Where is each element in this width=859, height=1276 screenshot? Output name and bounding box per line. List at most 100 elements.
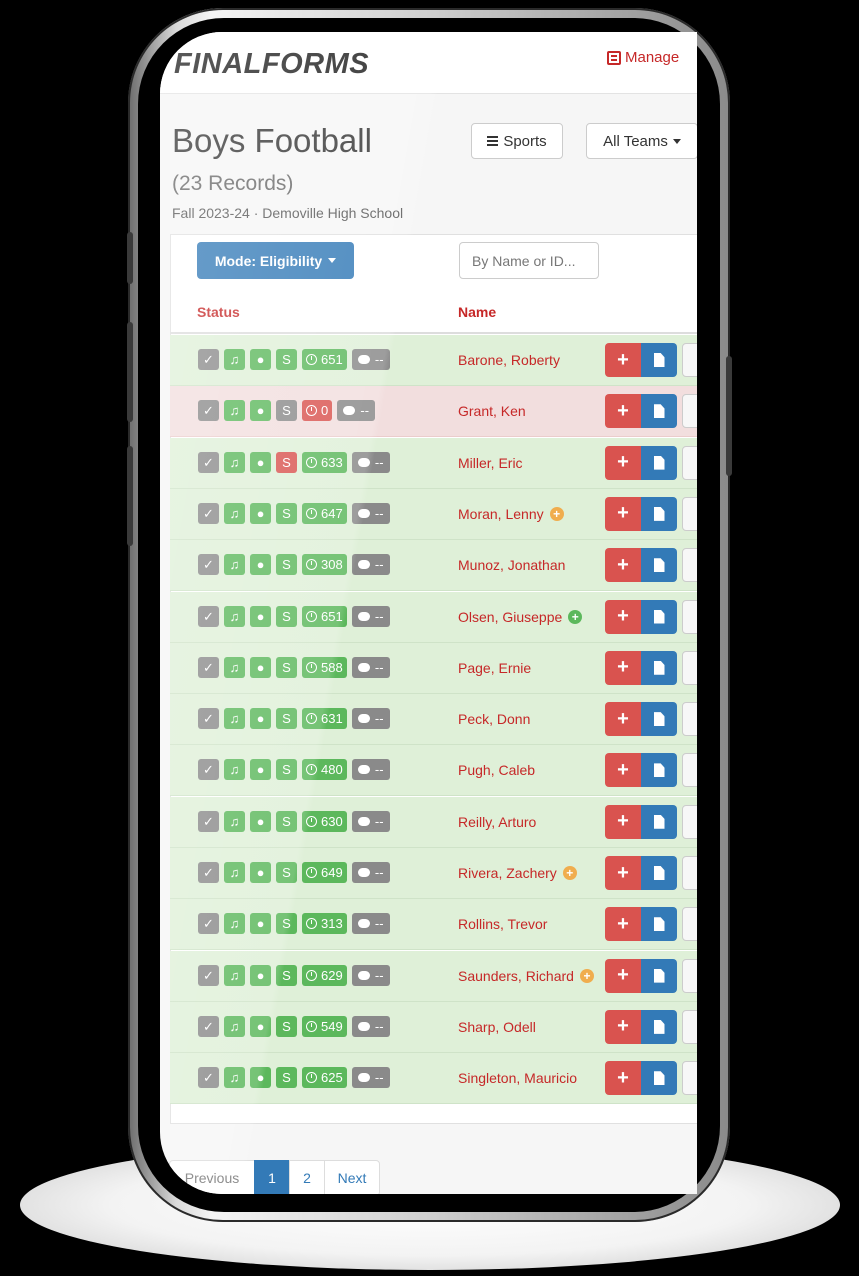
music-note-icon[interactable]: ♫ <box>224 451 245 473</box>
add-button[interactable]: + <box>605 496 641 531</box>
document-button[interactable] <box>641 496 677 531</box>
dollar-badge[interactable]: S <box>276 451 297 473</box>
dollar-badge[interactable]: S <box>276 810 297 832</box>
more-options-button[interactable] <box>682 753 697 788</box>
dollar-badge[interactable]: S <box>276 759 297 781</box>
document-button[interactable] <box>641 548 677 583</box>
person-icon[interactable]: ● <box>250 502 271 524</box>
add-button[interactable]: + <box>605 445 641 480</box>
score-badge[interactable]: 631 <box>302 708 347 730</box>
more-options-button[interactable] <box>682 958 697 993</box>
check-square-icon[interactable]: ✓ <box>198 502 219 524</box>
check-square-icon[interactable]: ✓ <box>198 810 219 832</box>
all-teams-dropdown[interactable]: All Teams <box>586 123 697 159</box>
document-button[interactable] <box>641 958 677 993</box>
music-note-icon[interactable]: ♫ <box>224 810 245 832</box>
athlete-name-link[interactable]: Munoz, Jonathan <box>458 557 565 573</box>
comment-badge[interactable]: -- <box>351 862 390 883</box>
document-button[interactable] <box>641 394 677 429</box>
music-note-icon[interactable]: ♫ <box>224 862 245 883</box>
table-row[interactable]: ✓ ♫ ● S 647 -- Moran, Lenny + + <box>170 488 697 540</box>
athlete-name-link[interactable]: Miller, Eric <box>458 455 523 471</box>
more-options-button[interactable] <box>682 599 697 634</box>
comment-badge[interactable]: -- <box>351 1015 390 1037</box>
comment-badge[interactable]: -- <box>351 656 390 678</box>
comment-badge[interactable]: -- <box>351 349 390 370</box>
check-square-icon[interactable]: ✓ <box>198 964 219 986</box>
add-button[interactable]: + <box>605 1061 641 1096</box>
score-badge[interactable]: 649 <box>302 862 347 883</box>
table-row[interactable]: ✓ ♫ ● S 625 -- Singleton, Mauricio + <box>170 1053 697 1105</box>
add-button[interactable]: + <box>605 702 641 737</box>
person-icon[interactable]: ● <box>250 913 271 935</box>
music-note-icon[interactable]: ♫ <box>224 554 245 576</box>
person-icon[interactable]: ● <box>250 1067 271 1089</box>
score-badge[interactable]: 549 <box>302 1015 347 1037</box>
athlete-name-link[interactable]: Pugh, Caleb <box>458 762 535 778</box>
check-square-icon[interactable]: ✓ <box>198 451 219 473</box>
dollar-badge[interactable]: S <box>276 400 297 422</box>
comment-badge[interactable]: -- <box>351 451 390 473</box>
more-options-button[interactable] <box>682 907 697 942</box>
comment-badge[interactable]: -- <box>351 502 390 524</box>
add-button[interactable]: + <box>605 394 641 429</box>
music-note-icon[interactable]: ♫ <box>224 964 245 986</box>
mode-dropdown[interactable]: Mode: Eligibility <box>197 242 354 279</box>
previous-page-button[interactable]: Previous <box>169 1160 255 1194</box>
music-note-icon[interactable]: ♫ <box>224 400 245 422</box>
more-options-button[interactable] <box>682 702 697 737</box>
check-square-icon[interactable]: ✓ <box>198 605 219 627</box>
dollar-badge[interactable]: S <box>276 1015 297 1037</box>
athlete-name-link[interactable]: Sharp, Odell <box>458 1019 536 1035</box>
athlete-name-link[interactable]: Reilly, Arturo <box>458 814 536 830</box>
comment-badge[interactable]: -- <box>351 913 390 935</box>
music-note-icon[interactable]: ♫ <box>224 502 245 524</box>
check-square-icon[interactable]: ✓ <box>198 554 219 576</box>
dollar-badge[interactable]: S <box>276 1067 297 1089</box>
athlete-name-link[interactable]: Page, Ernie <box>458 660 531 676</box>
music-note-icon[interactable]: ♫ <box>224 913 245 935</box>
score-badge[interactable]: 651 <box>302 349 347 370</box>
comment-badge[interactable]: -- <box>351 759 390 781</box>
more-options-button[interactable] <box>682 394 697 429</box>
dollar-badge[interactable]: S <box>276 913 297 935</box>
add-button[interactable]: + <box>605 907 641 942</box>
athlete-name-link[interactable]: Rivera, Zachery + <box>458 865 577 881</box>
table-row[interactable]: ✓ ♫ ● S 313 -- Rollins, Trevor + <box>170 899 697 951</box>
person-icon[interactable]: ● <box>250 1015 271 1037</box>
document-button[interactable] <box>641 599 677 634</box>
athlete-name-link[interactable]: Singleton, Mauricio <box>458 1070 577 1086</box>
check-square-icon[interactable]: ✓ <box>198 862 219 883</box>
document-button[interactable] <box>641 753 677 788</box>
score-badge[interactable]: 647 <box>302 502 347 524</box>
table-row[interactable]: ✓ ♫ ● S 549 -- Sharp, Odell + <box>170 1001 697 1053</box>
document-button[interactable] <box>641 343 677 377</box>
check-square-icon[interactable]: ✓ <box>198 656 219 678</box>
sports-button[interactable]: Sports <box>471 123 563 159</box>
comment-badge[interactable]: -- <box>351 554 390 576</box>
add-button[interactable]: + <box>605 856 641 890</box>
person-icon[interactable]: ● <box>250 964 271 986</box>
athlete-name-link[interactable]: Barone, Roberty <box>458 352 560 368</box>
athlete-name-link[interactable]: Saunders, Richard + <box>458 968 594 984</box>
dollar-badge[interactable]: S <box>276 964 297 986</box>
table-row[interactable]: ✓ ♫ ● S 588 -- Page, Ernie + <box>170 642 697 694</box>
more-options-button[interactable] <box>682 1009 697 1044</box>
plus-circle-orange-icon[interactable]: + <box>579 968 594 983</box>
plus-circle-orange-icon[interactable]: + <box>562 866 577 880</box>
check-square-icon[interactable]: ✓ <box>198 913 219 935</box>
check-square-icon[interactable]: ✓ <box>198 708 219 730</box>
plus-circle-orange-icon[interactable]: + <box>549 506 564 521</box>
score-badge[interactable]: 630 <box>302 810 347 832</box>
document-button[interactable] <box>641 445 677 480</box>
check-square-icon[interactable]: ✓ <box>198 1067 219 1089</box>
person-icon[interactable]: ● <box>250 708 271 730</box>
dollar-badge[interactable]: S <box>276 656 297 678</box>
manage-link[interactable]: Manage <box>607 49 679 66</box>
table-row[interactable]: ✓ ♫ ● S 651 -- Barone, Roberty + <box>170 335 697 386</box>
person-icon[interactable]: ● <box>250 810 271 832</box>
athlete-name-link[interactable]: Olsen, Giuseppe + <box>458 609 583 625</box>
document-button[interactable] <box>641 804 677 839</box>
person-icon[interactable]: ● <box>250 656 271 678</box>
music-note-icon[interactable]: ♫ <box>224 656 245 678</box>
